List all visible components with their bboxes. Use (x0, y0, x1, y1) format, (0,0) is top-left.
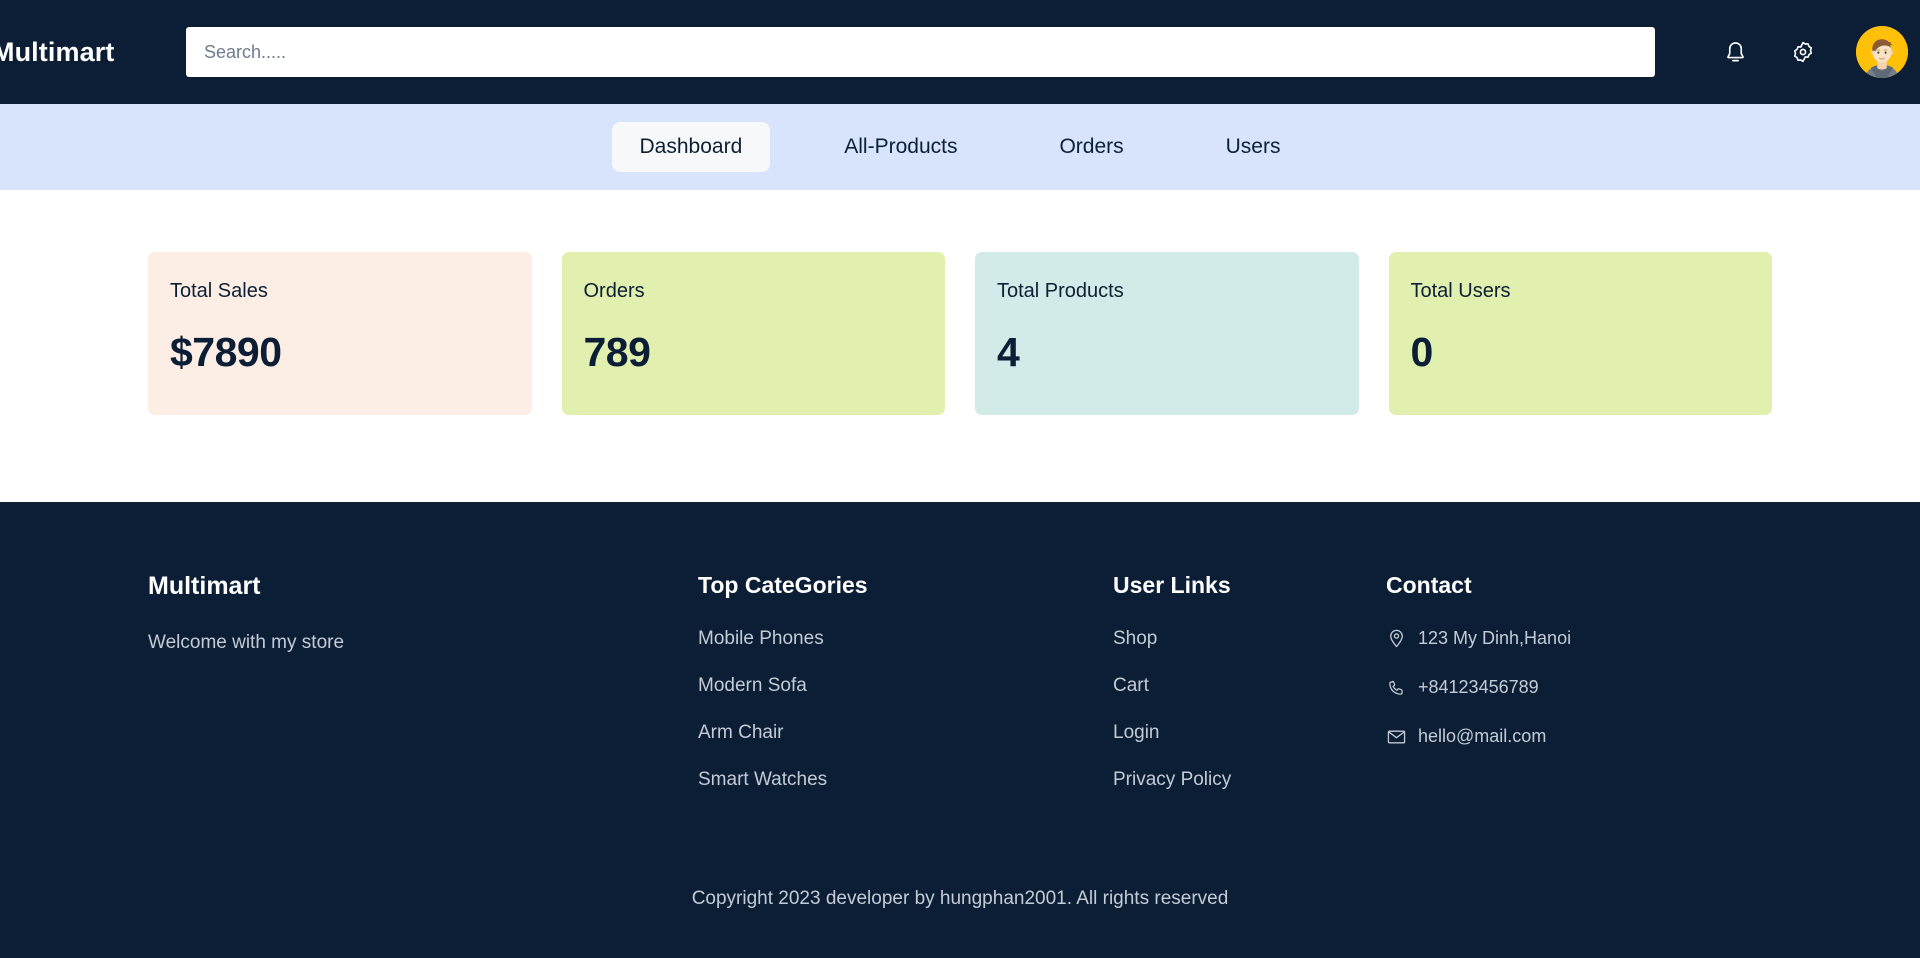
contact-email: hello@mail.com (1386, 726, 1772, 747)
nav-list: Dashboard All-Products Orders Users (611, 122, 1309, 172)
footer-user-links-heading: User Links (1113, 572, 1231, 598)
stat-card-title: Orders (583, 280, 645, 302)
nav-item-all-products[interactable]: All-Products (816, 122, 985, 172)
footer-brand-heading: Multimart (148, 572, 261, 600)
stat-card-orders: Orders 789 (561, 252, 945, 415)
stat-card-value: 0 (1410, 329, 1434, 375)
stat-card-value: $7890 (170, 329, 282, 375)
search-input[interactable] (186, 27, 1655, 77)
stat-card-total-products: Total Products 4 (975, 252, 1359, 415)
stat-card-title: Total Products (997, 280, 1124, 302)
footer-category-link[interactable]: Mobile Phones (698, 628, 1113, 650)
site-footer: Multimart Welcome with my store Top Cate… (0, 502, 1920, 958)
stat-card-value: 789 (583, 329, 651, 375)
brand-logo[interactable]: Multimart (0, 37, 186, 68)
copyright-text: Copyright 2023 developer by hungphan2001… (691, 888, 1229, 909)
footer-category-link[interactable]: Arm Chair (698, 722, 1113, 744)
settings-gear-icon[interactable] (1788, 37, 1818, 67)
footer-columns: Multimart Welcome with my store Top Cate… (148, 572, 1772, 791)
footer-user-link-login[interactable]: Login (1113, 722, 1386, 744)
nav-item-orders[interactable]: Orders (1031, 122, 1151, 172)
footer-contact-heading: Contact (1386, 572, 1472, 598)
contact-address-text: 123 My Dinh,Hanoi (1418, 628, 1572, 648)
search-container (186, 27, 1655, 77)
stat-card-total-users: Total Users 0 (1388, 252, 1772, 415)
header-actions (1655, 26, 1920, 78)
footer-user-link-privacy-policy[interactable]: Privacy Policy (1113, 769, 1386, 791)
contact-address: 123 My Dinh,Hanoi (1386, 628, 1772, 649)
top-header: Multimart (0, 0, 1920, 104)
footer-user-link-shop[interactable]: Shop (1113, 628, 1386, 650)
contact-email-text: hello@mail.com (1418, 726, 1547, 746)
nav-item-users[interactable]: Users (1198, 122, 1309, 172)
stat-cards-row: Total Sales $7890 Orders 789 Total Produ… (0, 252, 1920, 415)
dashboard-main: Total Sales $7890 Orders 789 Total Produ… (0, 190, 1920, 502)
stat-card-title: Total Sales (170, 280, 268, 302)
envelope-icon (1386, 727, 1406, 747)
footer-contact-column: Contact 123 My Dinh,Hanoi +84123456789 h… (1386, 572, 1772, 747)
phone-icon (1386, 678, 1406, 698)
app-root: Multimart Search..... Dashboard All-Prod… (0, 0, 1920, 958)
footer-categories-heading: Top CateGories (698, 572, 868, 598)
stat-card-value: 4 (997, 329, 1020, 375)
stat-card-title: Total Users (1410, 280, 1511, 302)
stat-card-total-sales: Total Sales $7890 (148, 252, 532, 415)
main-navigation: Dashboard All-Products Orders Users (0, 104, 1920, 190)
notification-bell-icon[interactable] (1720, 37, 1750, 67)
nav-item-dashboard[interactable]: Dashboard (611, 122, 771, 172)
footer-category-link[interactable]: Smart Watches (698, 769, 1113, 791)
user-avatar[interactable] (1856, 26, 1908, 78)
footer-brand-description: Welcome with my store (148, 632, 345, 653)
footer-categories-column: Top CateGories Mobile Phones Modern Sofa… (698, 572, 1113, 791)
footer-user-links-column: User Links Shop Cart Login Privacy Polic… (1113, 572, 1386, 791)
footer-user-link-cart[interactable]: Cart (1113, 675, 1386, 697)
location-pin-icon (1386, 629, 1406, 649)
footer-user-links-list: Shop Cart Login Privacy Policy (1113, 628, 1386, 791)
footer-category-link[interactable]: Modern Sofa (698, 675, 1113, 697)
contact-phone-text: +84123456789 (1418, 677, 1539, 697)
footer-categories-list: Mobile Phones Modern Sofa Arm Chair Smar… (698, 628, 1113, 791)
footer-brand-column: Multimart Welcome with my store (148, 572, 698, 658)
contact-phone: +84123456789 (1386, 677, 1772, 698)
